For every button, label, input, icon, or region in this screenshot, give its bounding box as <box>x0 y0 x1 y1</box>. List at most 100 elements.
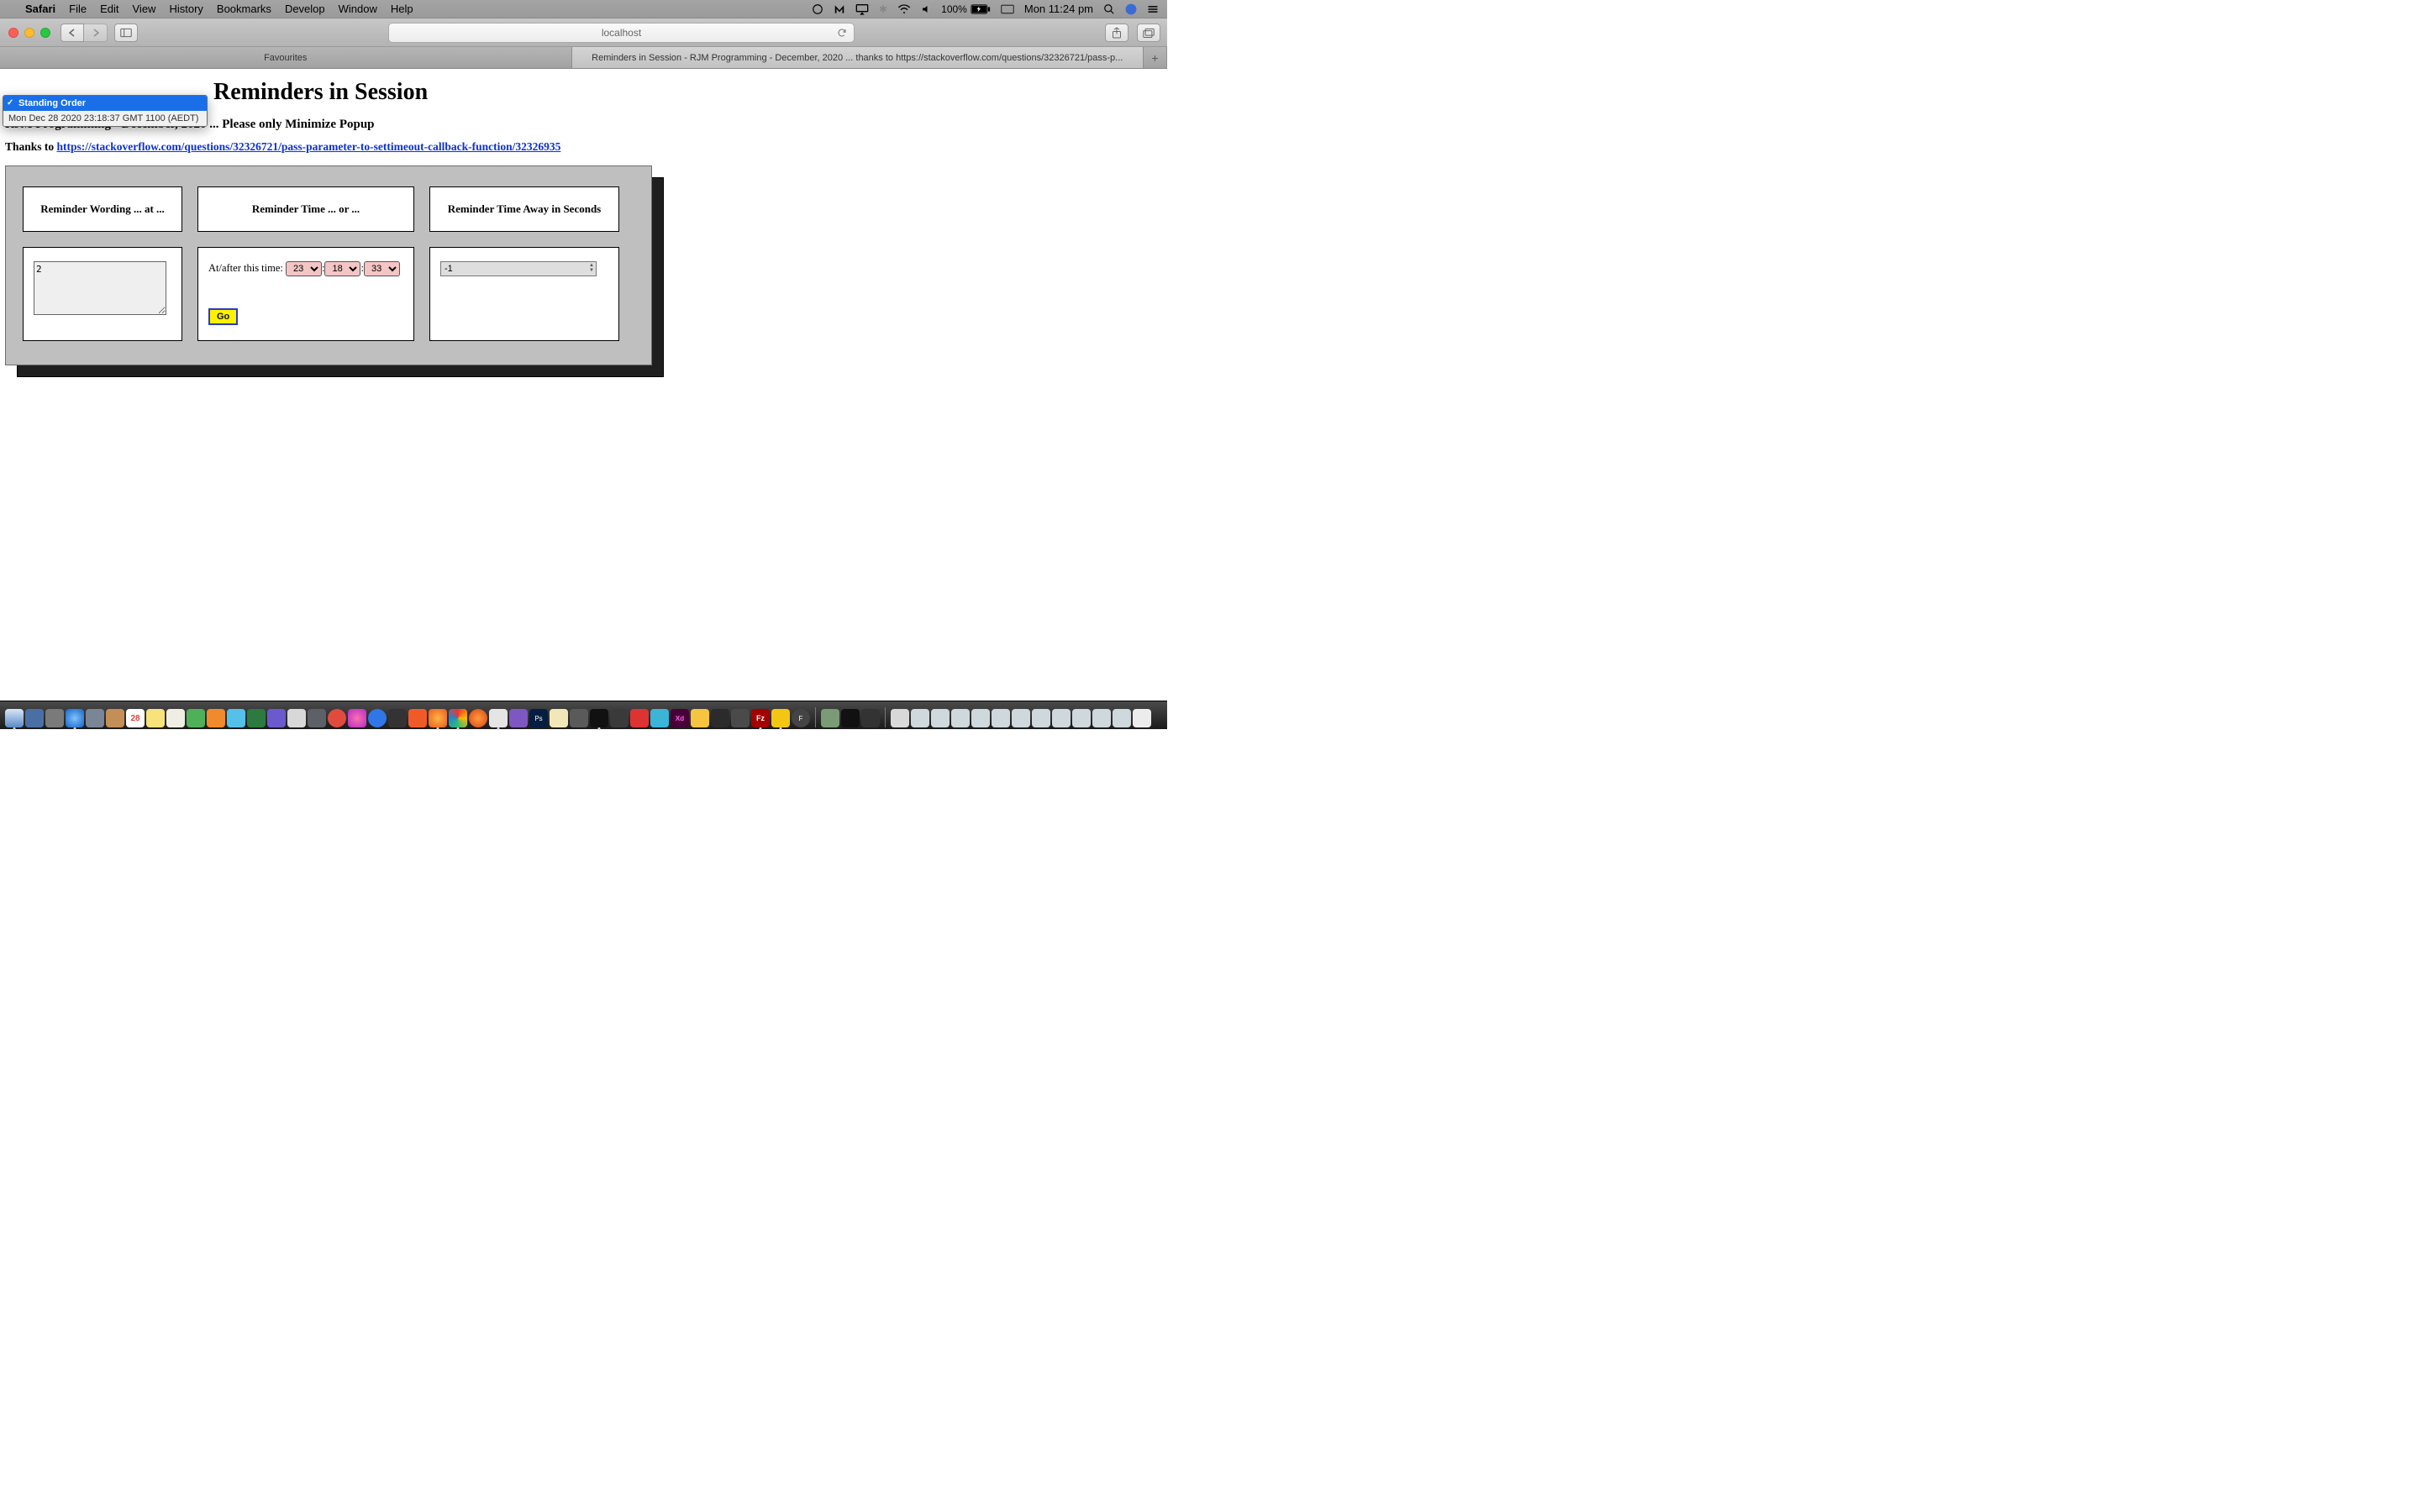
dock-trash-icon[interactable] <box>1133 709 1151 727</box>
app-menu[interactable]: Safari <box>18 3 62 15</box>
menu-history[interactable]: History <box>162 3 209 15</box>
dock-minimized-window[interactable] <box>1032 709 1050 727</box>
new-tab-button[interactable]: + <box>1144 47 1167 68</box>
menu-view[interactable]: View <box>126 3 163 15</box>
input-source-icon[interactable] <box>1001 4 1014 14</box>
tabs-button[interactable] <box>1137 24 1160 42</box>
dock-system-preferences-icon[interactable] <box>45 709 64 727</box>
dock-app-icon[interactable] <box>821 709 839 727</box>
stepper-icon[interactable]: ▲▼ <box>589 263 594 273</box>
dock-messages-icon[interactable] <box>227 709 245 727</box>
dock-app-icon[interactable] <box>25 709 44 727</box>
dock-app-icon[interactable] <box>267 709 286 727</box>
notification-center-icon[interactable] <box>1147 4 1159 14</box>
dock-app-icon[interactable] <box>731 709 750 727</box>
dock-minimized-window[interactable] <box>992 709 1010 727</box>
dock-minimized-window[interactable] <box>1012 709 1030 727</box>
address-bar[interactable]: localhost <box>388 23 855 43</box>
reminder-wording-input[interactable] <box>34 261 166 315</box>
close-window-button[interactable] <box>8 28 18 38</box>
minimize-window-button[interactable] <box>24 28 34 38</box>
dock-safari-icon[interactable] <box>66 709 84 727</box>
forward-button[interactable] <box>84 24 108 42</box>
menu-window[interactable]: Window <box>332 3 384 15</box>
tab-favourites[interactable]: Favourites <box>0 47 572 68</box>
time-second-select[interactable]: 33 <box>364 261 400 276</box>
time-hour-select[interactable]: 23 <box>286 261 322 276</box>
menu-help[interactable]: Help <box>384 3 420 15</box>
dock-app-icon[interactable] <box>610 709 629 727</box>
dock-firefox-icon[interactable] <box>429 709 447 727</box>
dock-minimized-window[interactable] <box>1092 709 1111 727</box>
tab-active[interactable]: Reminders in Session - RJM Programming -… <box>572 47 1144 68</box>
dock-calendar-day: 28 <box>130 714 139 723</box>
standing-order-popup[interactable]: Standing Order Mon Dec 28 2020 23:18:37 … <box>3 95 208 127</box>
dock-app-icon[interactable] <box>469 709 487 727</box>
dock-app-icon[interactable] <box>861 709 880 727</box>
dock-minimized-window[interactable] <box>911 709 929 727</box>
dock-app-icon[interactable] <box>509 709 528 727</box>
dock-app-icon[interactable] <box>187 709 205 727</box>
dock-app-icon[interactable] <box>86 709 104 727</box>
dock-minimized-window[interactable] <box>931 709 950 727</box>
seconds-away-input[interactable]: -1 ▲▼ <box>440 261 597 276</box>
dock-minimized-window[interactable] <box>1113 709 1131 727</box>
dock-chrome-icon[interactable] <box>449 709 467 727</box>
dock-app-icon[interactable] <box>489 709 508 727</box>
sidebar-button[interactable] <box>114 24 138 42</box>
back-button[interactable] <box>60 24 84 42</box>
dock-minimized-window[interactable] <box>1052 709 1071 727</box>
dock-app-icon[interactable] <box>630 709 649 727</box>
dock-app-icon[interactable]: F <box>792 709 810 727</box>
dock-minimized-window[interactable] <box>891 709 909 727</box>
dock-app-icon[interactable] <box>771 709 790 727</box>
dock-app-icon[interactable] <box>408 709 427 727</box>
go-button[interactable]: Go <box>208 308 238 325</box>
dock-app-icon[interactable] <box>328 709 346 727</box>
dock-terminal-icon[interactable] <box>590 709 608 727</box>
dock-notes-icon[interactable] <box>146 709 165 727</box>
dock-app-icon[interactable] <box>570 709 588 727</box>
dock-app-icon[interactable] <box>308 709 326 727</box>
thanks-link[interactable]: https://stackoverflow.com/questions/3232… <box>57 140 561 153</box>
dock-itunes-icon[interactable] <box>348 709 366 727</box>
dock-appstore-icon[interactable] <box>368 709 387 727</box>
dock-app-icon[interactable] <box>207 709 225 727</box>
fullscreen-window-button[interactable] <box>40 28 50 38</box>
dock-app-icon[interactable] <box>691 709 709 727</box>
menu-develop[interactable]: Develop <box>278 3 332 15</box>
menu-file[interactable]: File <box>62 3 93 15</box>
dock-app-icon[interactable] <box>711 709 729 727</box>
bluetooth-icon[interactable]: ✱ <box>879 3 887 15</box>
battery-status[interactable]: 100% <box>941 3 991 15</box>
menubar-m-icon[interactable] <box>834 3 845 15</box>
dock-contacts-icon[interactable] <box>106 709 124 727</box>
share-button[interactable] <box>1105 24 1128 42</box>
wifi-icon[interactable] <box>897 4 911 14</box>
dock-finder-icon[interactable] <box>5 709 24 727</box>
dock-photoshop-icon[interactable]: Ps <box>529 709 548 727</box>
reload-icon[interactable] <box>837 28 847 38</box>
dock-minimized-window[interactable] <box>971 709 990 727</box>
dock-calendar-icon[interactable]: 28 <box>126 709 145 727</box>
dock-app-icon[interactable] <box>550 709 568 727</box>
dock-reminders-icon[interactable] <box>166 709 185 727</box>
menubar-extra-icon[interactable] <box>812 3 823 15</box>
dock-xd-icon[interactable]: Xd <box>671 709 689 727</box>
dock-app-icon[interactable] <box>841 709 860 727</box>
volume-icon[interactable] <box>921 4 931 14</box>
dock-minimized-window[interactable] <box>1072 709 1091 727</box>
spotlight-icon[interactable] <box>1103 3 1115 15</box>
time-minute-select[interactable]: 18 <box>324 261 360 276</box>
dock-app-icon[interactable] <box>650 709 669 727</box>
menu-edit[interactable]: Edit <box>93 3 125 15</box>
airplay-icon[interactable] <box>855 3 869 15</box>
dock-filezilla-icon[interactable]: Fz <box>751 709 770 727</box>
siri-icon[interactable] <box>1125 3 1137 15</box>
menubar-clock[interactable]: Mon 11:24 pm <box>1024 3 1093 15</box>
menu-bookmarks[interactable]: Bookmarks <box>210 3 278 15</box>
dock-app-icon[interactable] <box>388 709 407 727</box>
dock-minimized-window[interactable] <box>951 709 970 727</box>
dock-app-icon[interactable] <box>287 709 306 727</box>
dock-app-icon[interactable] <box>247 709 266 727</box>
